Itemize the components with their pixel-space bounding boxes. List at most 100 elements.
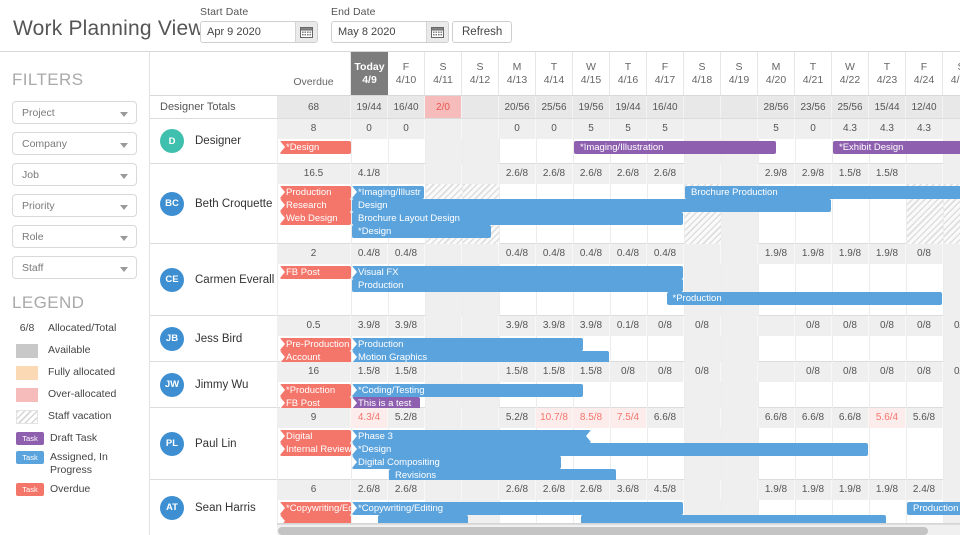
task-bar[interactable]: Internal Review [280, 443, 351, 456]
filter-select-priority[interactable]: Priority [12, 194, 137, 217]
calendar-icon[interactable] [426, 22, 448, 42]
allocation-cell [462, 119, 499, 139]
header-day-4-20: M 4/20 [758, 52, 795, 96]
allocation-cell [721, 119, 758, 139]
task-bar[interactable]: Production [907, 502, 960, 515]
person-row[interactable]: CE Carmen Everall [150, 244, 277, 316]
refresh-button[interactable]: Refresh [452, 21, 513, 43]
allocation-cell: 2.4/8 [906, 480, 943, 500]
task-bar[interactable]: Phase 3 [352, 430, 591, 443]
task-bar[interactable]: *Exhibit Design [833, 141, 960, 154]
task-bar[interactable]: Visual FX [352, 266, 683, 279]
person-row[interactable]: AT Sean Harris [150, 480, 277, 535]
allocation-cell [462, 164, 499, 184]
task-bar[interactable]: *Design [280, 141, 351, 154]
totals-cell: 16/40 [388, 96, 425, 119]
task-bar[interactable]: *Imaging/Illustr [352, 186, 424, 199]
filter-select-company[interactable]: Company [12, 132, 137, 155]
allocation-cell: 1.9/8 [795, 480, 832, 500]
allocation-cell [758, 362, 795, 382]
task-bar[interactable]: *Imaging/Illustration [574, 141, 776, 154]
allocation-cell: 1.5/8 [573, 362, 610, 382]
allocation-cell: 0.4/8 [573, 244, 610, 264]
header-day-4-11: S 4/11 [425, 52, 462, 96]
filters-sidebar: FILTERS Project Company Job Priority Role Sta… [0, 52, 150, 535]
task-bar[interactable]: Production [352, 279, 683, 292]
allocation-cell: 3.6/8 [610, 480, 647, 500]
person-row[interactable]: JB Jess Bird [150, 316, 277, 362]
allocation-cell [462, 362, 499, 382]
overdue-hours-cell: 8 [277, 119, 351, 139]
allocation-cell: 5 [610, 119, 647, 139]
task-bar[interactable]: Production [352, 338, 584, 351]
person-name: Paul Lin [195, 437, 237, 450]
end-date-input[interactable] [332, 22, 426, 42]
allocation-cell [721, 316, 758, 336]
allocation-cell [425, 362, 462, 382]
scrollbar-thumb[interactable] [278, 527, 928, 535]
start-date-field[interactable] [200, 21, 318, 43]
allocation-cell [684, 244, 721, 264]
allocation-cell: 5.2/8 [499, 408, 536, 428]
allocation-cell [684, 164, 721, 184]
task-bar[interactable]: *Copywriting/Ed [280, 502, 351, 515]
totals-cell [721, 96, 758, 119]
allocation-cell [425, 408, 462, 428]
legend-item: Over-allocated [12, 388, 137, 403]
allocation-cell: 0/8 [832, 316, 869, 336]
allocation-cell: 1.5/8 [351, 362, 388, 382]
header-day-4-18: S 4/18 [684, 52, 721, 96]
totals-cell: 2/0 [425, 96, 462, 119]
filter-select-project[interactable]: Project [12, 101, 137, 124]
task-bar[interactable]: FB Post [280, 266, 351, 279]
allocation-cell: 6.6/8 [647, 408, 684, 428]
task-bar[interactable]: Brochure Production [685, 186, 960, 199]
totals-cell: 16/40 [647, 96, 684, 119]
overdue-hours-cell: 16.5 [277, 164, 351, 184]
header-day-4-9: Today 4/9 [351, 52, 388, 96]
calendar-glyph [300, 27, 313, 38]
allocation-cell [462, 480, 499, 500]
end-date-field[interactable] [331, 21, 449, 43]
allocation-cell [721, 244, 758, 264]
header-dow: S [698, 61, 706, 73]
totals-cell: 25/56 [832, 96, 869, 119]
person-row[interactable]: JW Jimmy Wu [150, 362, 277, 408]
allocation-cell: 5.6/4 [869, 408, 906, 428]
task-bar[interactable]: Brochure Layout Design [352, 212, 683, 225]
header-day-4-10: F 4/10 [388, 52, 425, 96]
task-bar[interactable]: Digital Compositing [352, 456, 561, 469]
calendar-icon[interactable] [295, 22, 317, 42]
avatar: CE [160, 267, 184, 292]
allocation-cell: 1.5/8 [499, 362, 536, 382]
task-bar[interactable]: Digital [280, 430, 351, 443]
task-bar[interactable]: *Design [352, 443, 868, 456]
filter-select-job[interactable]: Job [12, 163, 137, 186]
task-bar[interactable]: *Copywriting/Editing [352, 502, 683, 515]
header-date: 4/14 [543, 74, 565, 86]
task-bar[interactable]: Web Design [280, 212, 351, 225]
avatar: JW [160, 372, 184, 397]
header-day-4-23: T 4/23 [869, 52, 906, 96]
task-bar[interactable]: *Production [280, 384, 351, 397]
person-row[interactable]: BC Beth Croquette [150, 164, 277, 244]
end-date-label: End Date [331, 6, 376, 18]
person-row[interactable]: D Designer [150, 119, 277, 164]
allocation-cell: 1.5/8 [388, 362, 425, 382]
chevron-down-icon [120, 112, 128, 117]
task-bar[interactable]: *Coding/Testing [352, 384, 584, 397]
filter-select-role[interactable]: Role [12, 225, 137, 248]
person-name: Designer [195, 135, 242, 147]
task-bar[interactable]: *Design [352, 225, 491, 238]
allocation-cell [906, 164, 943, 184]
start-date-input[interactable] [201, 22, 295, 42]
header-dow: F [402, 61, 410, 73]
task-bar[interactable]: Research [280, 199, 351, 212]
header-dow: T [624, 61, 632, 73]
task-bar[interactable]: *Production [666, 292, 942, 305]
filter-select-staff[interactable]: Staff [12, 256, 137, 279]
task-bar[interactable]: Production [280, 186, 351, 199]
person-row[interactable]: PL Paul Lin [150, 408, 277, 480]
task-bar[interactable]: Pre-Production [280, 338, 351, 351]
task-bar[interactable]: Design [352, 199, 831, 212]
